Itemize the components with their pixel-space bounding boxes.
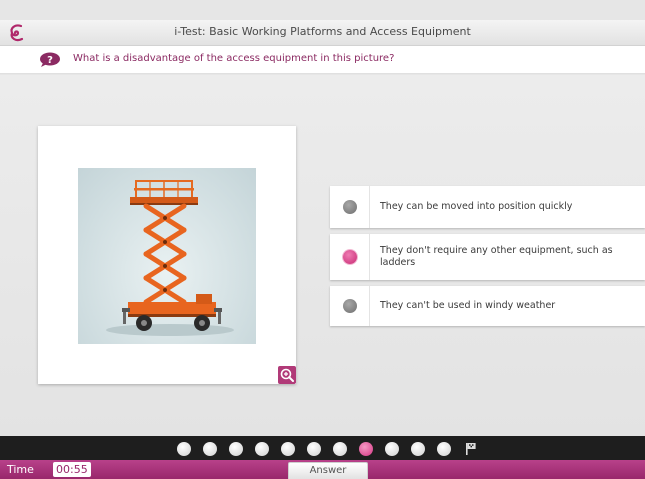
timer-value: 00:55 (53, 462, 91, 477)
option-marker (330, 286, 370, 326)
option-marker (330, 186, 370, 228)
progress-dot[interactable] (307, 442, 321, 456)
question-bar: ? What is a disadvantage of the access e… (0, 46, 645, 74)
progress-dot[interactable] (255, 442, 269, 456)
progress-dot[interactable] (177, 442, 191, 456)
answer-option-1[interactable]: They can be moved into position quickly (330, 186, 645, 228)
option-text: They don't require any other equipment, … (380, 245, 613, 268)
answer-option-2[interactable]: They don't require any other equipment, … (330, 234, 645, 280)
progress-dot[interactable] (385, 442, 399, 456)
flag-icon[interactable] (465, 442, 477, 456)
progress-dot[interactable] (281, 442, 295, 456)
progress-dot[interactable] (437, 442, 451, 456)
question-text: What is a disadvantage of the access equ… (73, 53, 395, 64)
progress-dot[interactable] (333, 442, 347, 456)
title-bar: i-Test: Basic Working Platforms and Acce… (0, 20, 645, 46)
option-text: They can be moved into position quickly (380, 201, 573, 212)
svg-text:?: ? (47, 55, 53, 66)
zoom-in-icon (280, 368, 294, 382)
option-marker (330, 234, 370, 280)
time-label: Time (7, 463, 34, 476)
progress-dot[interactable] (229, 442, 243, 456)
radio-dot[interactable] (343, 200, 357, 214)
progress-dot[interactable] (203, 442, 217, 456)
question-stage: They can be moved into position quickly … (0, 75, 645, 436)
window-title: i-Test: Basic Working Platforms and Acce… (174, 25, 471, 38)
itest-window: i-Test: Basic Working Platforms and Acce… (0, 0, 645, 479)
progress-dot-current[interactable] (359, 442, 373, 456)
answer-button[interactable]: Answer (288, 462, 368, 479)
image-card (38, 126, 296, 384)
progress-dot[interactable] (411, 442, 425, 456)
radio-dot-selected[interactable] (343, 250, 357, 264)
scissor-lift-illustration (106, 180, 234, 336)
scissor-lift-photo (78, 168, 256, 344)
option-text: They can't be used in windy weather (380, 300, 556, 311)
question-bubble-icon: ? (40, 52, 60, 67)
zoom-in-button[interactable] (278, 366, 296, 384)
answer-option-3[interactable]: They can't be used in windy weather (330, 286, 645, 326)
footer-bar: Time 00:55 Answer (0, 460, 645, 479)
progress-bar (0, 436, 645, 460)
radio-dot[interactable] (343, 299, 357, 313)
